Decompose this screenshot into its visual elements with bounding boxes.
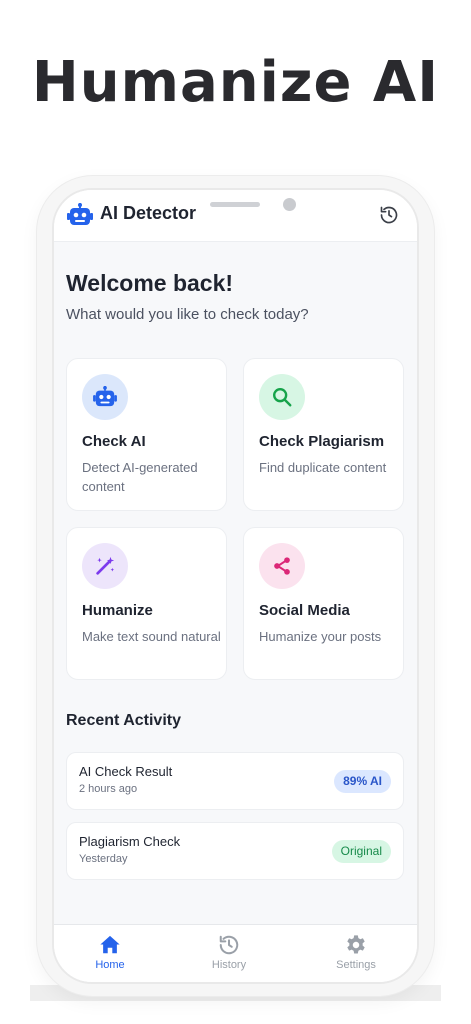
app-bar: AI Detector <box>54 190 417 242</box>
humanize-card[interactable]: Humanize Make text sound natural <box>66 527 227 680</box>
headline: Humanize AI <box>31 50 440 115</box>
home-icon <box>100 935 120 954</box>
result-badge: Original <box>331 840 391 863</box>
card-title: Social Media <box>259 602 350 619</box>
robot-icon <box>93 386 117 407</box>
robot-icon <box>67 203 93 225</box>
app-screen: AI Detector Welcome back! What would you… <box>54 190 417 982</box>
activity-title: Plagiarism Check <box>79 834 181 849</box>
nav-label: Home <box>95 959 125 971</box>
card-description: Make text sound natural <box>82 629 221 644</box>
search-icon <box>273 388 292 407</box>
card-icon-bg <box>82 374 128 420</box>
card-title: Check AI <box>82 433 146 450</box>
history-icon[interactable] <box>379 205 399 225</box>
phone-speaker <box>210 202 260 207</box>
nav-home[interactable]: Home <box>70 934 150 971</box>
history-icon <box>219 935 239 955</box>
activity-title: AI Check Result <box>79 764 173 779</box>
nav-label: Settings <box>336 959 376 971</box>
activity-item-ai-check[interactable]: AI Check Result 2 hours ago 89% AI <box>66 752 404 810</box>
share-icon <box>274 557 290 575</box>
card-description: Find duplicate content <box>259 460 387 475</box>
activity-item-plagiarism-check[interactable]: Plagiarism Check Yesterday Original <box>66 822 404 880</box>
welcome-title: Welcome back! <box>66 270 234 296</box>
check-plagiarism-card[interactable]: Check Plagiarism Find duplicate content <box>243 358 404 511</box>
card-icon-bg <box>259 374 305 420</box>
activity-time: 2 hours ago <box>79 783 138 795</box>
gear-icon <box>347 935 365 954</box>
app-title: AI Detector <box>100 203 197 223</box>
nav-settings[interactable]: Settings <box>316 934 396 971</box>
check-ai-card[interactable]: Check AI Detect AI-generated content <box>66 358 227 511</box>
phone-frame: AI Detector Welcome back! What would you… <box>52 188 419 984</box>
social-media-card[interactable]: Social Media Humanize your posts <box>243 527 404 680</box>
card-description: Humanize your posts <box>259 629 382 644</box>
magic-wand-icon <box>96 556 115 575</box>
recent-activity-title: Recent Activity <box>66 712 181 729</box>
card-title: Humanize <box>82 602 153 619</box>
activity-time: Yesterday <box>79 853 128 865</box>
phone-camera <box>283 198 296 211</box>
result-badge: 89% AI <box>334 770 391 793</box>
card-title: Check Plagiarism <box>259 433 385 450</box>
nav-label: History <box>211 959 247 971</box>
nav-history[interactable]: History <box>189 934 269 971</box>
card-icon-bg <box>82 543 128 589</box>
card-icon-bg <box>259 543 305 589</box>
bottom-navigation: Home History Settings <box>54 924 417 982</box>
card-description: Detect AI-generated content <box>82 460 198 494</box>
welcome-subtitle: What would you like to check today? <box>66 306 309 323</box>
